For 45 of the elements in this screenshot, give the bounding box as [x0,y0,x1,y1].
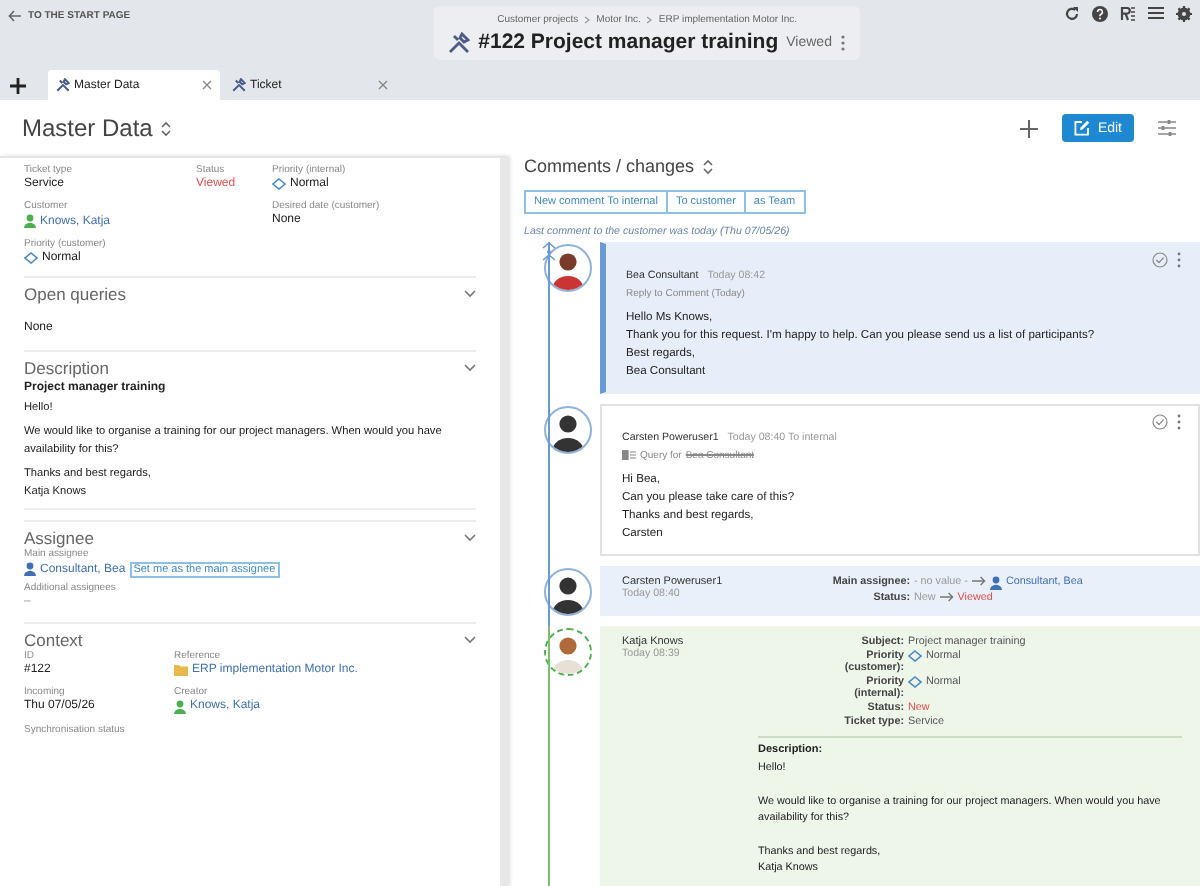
section-title: Assignee [24,527,94,548]
section-title: Context [24,629,83,650]
ticket-icon [56,78,70,92]
more-icon[interactable] [839,33,846,51]
arrow-right-icon [971,575,986,586]
chevron-down-icon[interactable] [464,533,476,542]
sort-icon[interactable] [702,157,715,175]
diamond-icon [24,252,38,264]
menu-icon[interactable] [1147,6,1164,20]
section-title: Description [24,358,110,378]
chevron-down-icon[interactable] [464,635,476,644]
ticket-icon [232,78,246,92]
diamond-icon [272,178,286,190]
avatar [544,567,592,616]
sort-icon[interactable] [160,119,173,137]
folder-icon [174,663,188,676]
help-icon[interactable] [1091,6,1108,22]
check-icon[interactable] [1152,252,1168,268]
filter-settings-icon[interactable] [1158,120,1176,136]
avatar [544,244,592,292]
edit-icon [1073,120,1090,136]
add-tab-icon[interactable] [10,77,26,93]
comments-title: Comments / changes [524,156,695,176]
section-title: Open queries [24,284,127,304]
chevron-down-icon[interactable] [464,364,476,372]
avatar [544,405,592,454]
check-icon[interactable] [1152,413,1168,430]
settings-icon[interactable] [1175,6,1192,22]
refresh-icon[interactable] [1063,6,1080,22]
add-icon[interactable] [1019,119,1038,137]
close-icon[interactable] [202,80,212,90]
more-icon[interactable] [1176,252,1182,268]
ticket-title: #122 Project manager training [478,30,779,54]
chevron-down-icon[interactable] [464,290,476,298]
panel-title: Master Data [22,114,153,142]
close-icon[interactable] [378,80,388,90]
chevron-icon [584,16,591,24]
back-arrow-icon [8,10,22,22]
arrow-right-icon [939,591,954,602]
report-icon[interactable] [1119,6,1136,22]
chevron-icon [646,16,653,24]
avatar [544,627,592,676]
ticket-icon [448,31,471,53]
more-icon[interactable] [1176,413,1182,430]
query-icon [622,450,636,461]
